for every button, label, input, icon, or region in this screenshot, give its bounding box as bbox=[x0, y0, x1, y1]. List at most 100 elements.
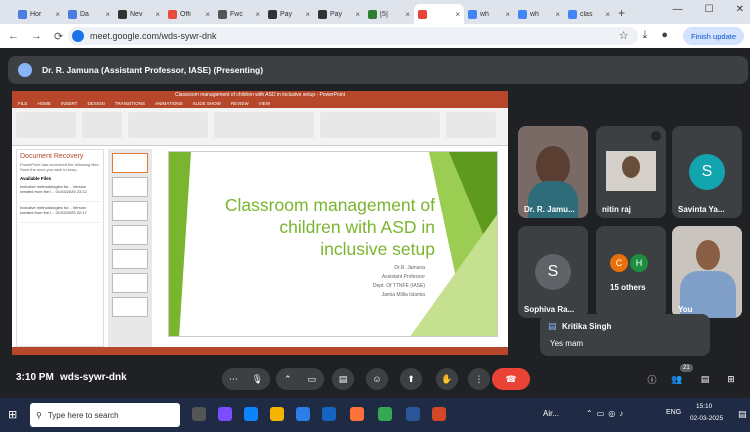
chat-notification[interactable]: ▤ Kritika Singh Yes mam bbox=[540, 314, 710, 356]
close-icon[interactable]: ✕ bbox=[736, 4, 744, 15]
download-icon[interactable]: ⤓ bbox=[642, 29, 647, 42]
avatar bbox=[18, 63, 32, 77]
participant-tile[interactable]: Dr. R. Jamu... bbox=[518, 126, 588, 218]
close-tab-icon[interactable]: × bbox=[55, 10, 60, 19]
close-tab-icon[interactable]: × bbox=[405, 10, 410, 19]
back-icon[interactable]: ← bbox=[8, 30, 19, 42]
chrome-icon[interactable] bbox=[378, 407, 392, 421]
close-tab-icon[interactable]: × bbox=[605, 10, 610, 19]
participant-tile[interactable]: S Savinta Ya... bbox=[672, 126, 742, 218]
forward-icon[interactable]: → bbox=[31, 30, 42, 42]
captions-button[interactable]: ▤ bbox=[332, 368, 354, 390]
close-tab-icon[interactable]: × bbox=[505, 10, 510, 19]
recovered-file[interactable]: Inclusive methodologies for... Version c… bbox=[20, 205, 100, 223]
leave-call-button[interactable]: ☎ bbox=[492, 368, 530, 390]
reactions-button[interactable]: ☺ bbox=[366, 368, 388, 390]
browser-tab[interactable]: wh × bbox=[514, 4, 564, 24]
edge-icon[interactable] bbox=[244, 407, 258, 421]
recovered-file[interactable]: Inclusive methodologies for... Version c… bbox=[20, 184, 100, 202]
ppt-ribbon-tab[interactable]: INSERT bbox=[61, 101, 77, 106]
browser-tab[interactable]: Offi × bbox=[164, 4, 214, 24]
system-tray-icons[interactable]: ⌃▭◎♪ bbox=[586, 409, 627, 418]
reload-icon[interactable]: ⟳ bbox=[54, 30, 63, 43]
slide-thumbnails bbox=[108, 149, 152, 347]
raise-hand-button[interactable]: ✋ bbox=[436, 368, 458, 390]
finish-update-button[interactable]: Finish update bbox=[682, 27, 744, 45]
address-bar[interactable]: meet.google.com/wds-sywr-dnk bbox=[68, 27, 638, 45]
browser-tab[interactable]: × bbox=[414, 4, 464, 24]
mail-icon[interactable] bbox=[322, 407, 336, 421]
more-options-button[interactable]: ⋮ bbox=[468, 368, 490, 390]
close-tab-icon[interactable]: × bbox=[105, 10, 110, 19]
others-tile[interactable]: C H 15 others bbox=[596, 226, 666, 318]
browser-tab[interactable]: wh × bbox=[464, 4, 514, 24]
browser-tab[interactable]: Da × bbox=[64, 4, 114, 24]
close-tab-icon[interactable]: × bbox=[355, 10, 360, 19]
word-icon[interactable] bbox=[406, 407, 420, 421]
browser-tab[interactable]: clas × bbox=[564, 4, 614, 24]
ppt-ribbon-tab[interactable]: TRANSITIONS bbox=[115, 101, 145, 106]
copilot-icon[interactable] bbox=[218, 407, 232, 421]
close-tab-icon[interactable]: × bbox=[455, 10, 460, 19]
clock-date[interactable]: 02-03-2025 bbox=[690, 415, 723, 422]
tab-label: Pay bbox=[280, 10, 293, 18]
chevron-up-icon[interactable]: ⌃ bbox=[284, 374, 292, 385]
close-tab-icon[interactable]: × bbox=[305, 10, 310, 19]
firefox-icon[interactable] bbox=[350, 407, 364, 421]
windows-start-icon[interactable]: ⊞ bbox=[8, 408, 17, 421]
task-view-icon[interactable] bbox=[192, 407, 206, 421]
participant-tile[interactable]: S Sophiva Ra... bbox=[518, 226, 588, 318]
minimize-icon[interactable]: — bbox=[673, 4, 683, 15]
new-tab-icon[interactable]: + bbox=[618, 6, 625, 20]
chat-button[interactable]: ▤ bbox=[694, 368, 716, 390]
tab-favicon-icon bbox=[268, 9, 277, 19]
ppt-ribbon-tab[interactable]: DESIGN bbox=[87, 101, 104, 106]
close-tab-icon[interactable]: × bbox=[205, 10, 210, 19]
file-explorer-icon[interactable] bbox=[270, 407, 284, 421]
slide-thumbnail[interactable] bbox=[112, 273, 148, 293]
slide-thumbnail[interactable] bbox=[112, 225, 148, 245]
slide-thumbnail[interactable] bbox=[112, 297, 148, 317]
browser-tab[interactable]: Pay × bbox=[314, 4, 364, 24]
clock-time[interactable]: 15:10 bbox=[696, 403, 712, 410]
close-tab-icon[interactable]: × bbox=[155, 10, 160, 19]
browser-tab[interactable]: Pay × bbox=[264, 4, 314, 24]
browser-tab[interactable]: Hor × bbox=[14, 4, 64, 24]
present-button[interactable]: ⬆ bbox=[400, 368, 422, 390]
maximize-icon[interactable]: ☐ bbox=[705, 4, 714, 15]
weather-text[interactable]: Air... bbox=[543, 409, 559, 418]
captions-icon: ▤ bbox=[338, 373, 348, 384]
profile-icon[interactable]: ● bbox=[661, 29, 668, 42]
close-tab-icon[interactable]: × bbox=[255, 10, 260, 19]
close-tab-icon[interactable]: × bbox=[555, 10, 560, 19]
ppt-ribbon-tab[interactable]: REVIEW bbox=[231, 101, 249, 106]
browser-tab[interactable]: [5] × bbox=[364, 4, 414, 24]
site-info-icon[interactable] bbox=[72, 30, 84, 42]
bookmark-star-icon[interactable]: ☆ bbox=[619, 29, 629, 42]
participant-tile[interactable]: nitin raj bbox=[596, 126, 666, 218]
slide-thumbnail[interactable] bbox=[112, 153, 148, 173]
activities-button[interactable]: ⊞ bbox=[720, 368, 742, 390]
participant-tile[interactable]: You bbox=[672, 226, 742, 318]
store-icon[interactable] bbox=[296, 407, 310, 421]
mic-button[interactable]: ⋯ 🎙 bbox=[222, 368, 270, 390]
ppt-ribbon-tab[interactable]: HOME bbox=[38, 101, 52, 106]
ppt-ribbon-tab[interactable]: VIEW bbox=[259, 101, 271, 106]
slide-thumbnail[interactable] bbox=[112, 249, 148, 269]
more-options-icon[interactable]: ⋯ bbox=[229, 374, 238, 385]
ppt-ribbon-tab[interactable]: FILE bbox=[18, 101, 28, 106]
powerpoint-icon[interactable] bbox=[432, 407, 446, 421]
browser-tab[interactable]: Fwc × bbox=[214, 4, 264, 24]
slide-thumbnail[interactable] bbox=[112, 201, 148, 221]
notifications-icon[interactable]: ▤ bbox=[738, 409, 747, 420]
meeting-info-button[interactable]: ⓘ bbox=[641, 368, 663, 390]
ppt-ribbon-tab[interactable]: ANIMATIONS bbox=[155, 101, 183, 106]
language-indicator[interactable]: ENG bbox=[666, 409, 681, 416]
participant-name: Dr. R. Jamu... bbox=[524, 205, 575, 214]
ppt-ribbon-tab[interactable]: SLIDE SHOW bbox=[193, 101, 221, 106]
browser-tab[interactable]: Nev × bbox=[114, 4, 164, 24]
camera-button[interactable]: ⌃ ▭ bbox=[276, 368, 324, 390]
taskbar-search[interactable]: ⚲ Type here to search bbox=[30, 403, 180, 427]
slide-thumbnail[interactable] bbox=[112, 177, 148, 197]
window-controls[interactable]: — ☐ ✕ bbox=[673, 4, 744, 15]
